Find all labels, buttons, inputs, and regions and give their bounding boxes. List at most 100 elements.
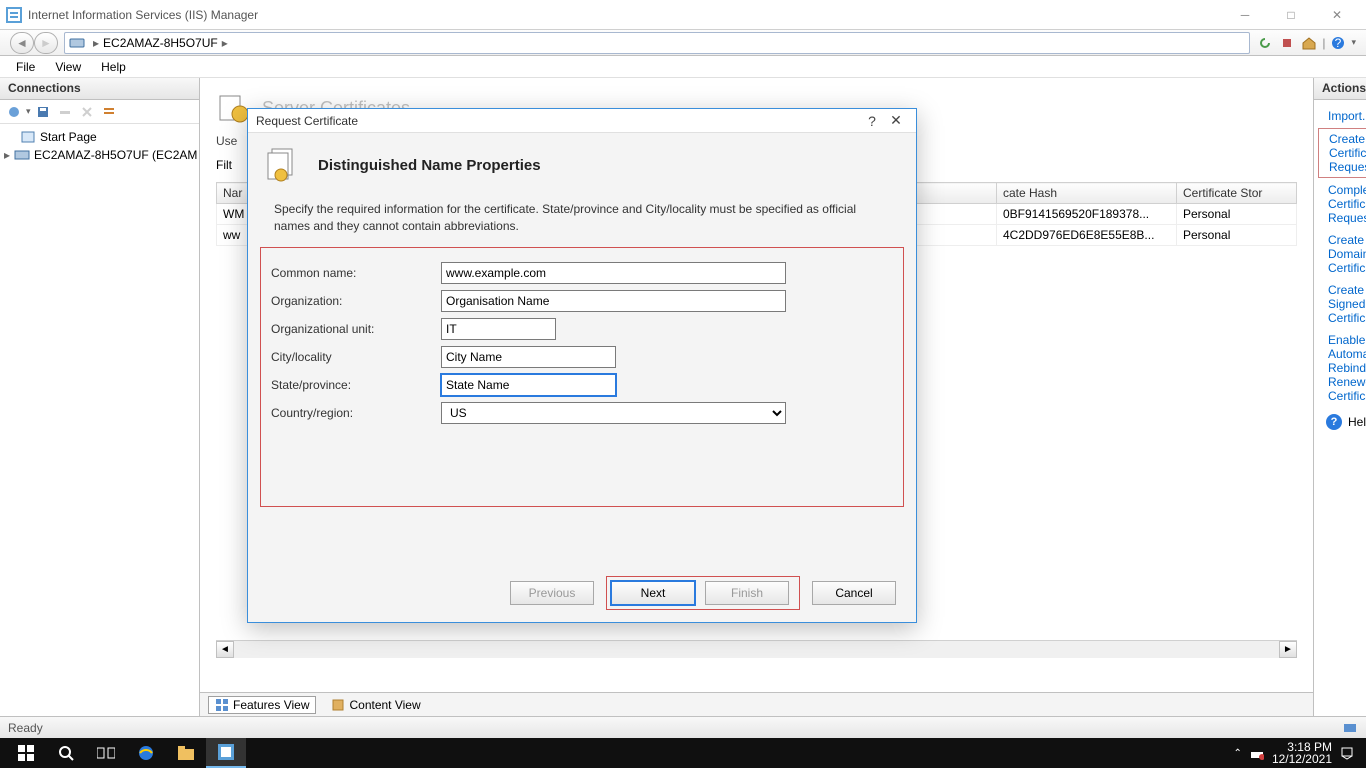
start-button[interactable]	[6, 738, 46, 768]
input-organization[interactable]	[441, 290, 786, 312]
connections-panel: Connections ▾ Start Page ▸ EC2AMAZ-8H5O7…	[0, 78, 200, 716]
certificate-wizard-icon	[266, 145, 306, 185]
label-organization: Organization:	[271, 294, 441, 308]
stop-icon[interactable]	[1278, 34, 1296, 52]
label-country: Country/region:	[271, 406, 441, 420]
refresh-icon[interactable]	[1256, 34, 1274, 52]
dialog-description: Specify the required information for the…	[248, 197, 916, 247]
breadcrumb-node[interactable]: EC2AMAZ-8H5O7UF	[103, 36, 218, 50]
action-import[interactable]: Import...	[1318, 106, 1366, 126]
menu-view[interactable]: View	[45, 58, 91, 76]
tray-notifications-icon[interactable]	[1340, 746, 1354, 760]
dialog-header: Distinguished Name Properties	[318, 157, 541, 174]
close-button[interactable]: ✕	[1314, 0, 1360, 30]
server-node-icon	[14, 147, 30, 163]
statusbar: Ready	[0, 716, 1366, 738]
select-country[interactable]: US	[441, 402, 786, 424]
expand-caret-icon[interactable]: ▸	[4, 148, 10, 162]
start-page-icon	[20, 129, 36, 145]
maximize-button[interactable]: □	[1268, 0, 1314, 30]
list-icon[interactable]	[99, 102, 119, 122]
next-button[interactable]: Next	[611, 581, 695, 605]
titlebar: Internet Information Services (IIS) Mana…	[0, 0, 1366, 30]
breadcrumb-sep-icon: ▸	[222, 36, 228, 50]
connections-tree: Start Page ▸ EC2AMAZ-8H5O7UF (EC2AM	[0, 124, 199, 168]
status-text: Ready	[8, 721, 43, 735]
taskbar: ⌃ 3:18 PM 12/12/2021	[0, 738, 1366, 768]
label-org-unit: Organizational unit:	[271, 322, 441, 336]
actions-panel: Actions Import... Create Certificate Req…	[1313, 78, 1366, 716]
connect-icon[interactable]	[4, 102, 24, 122]
dialog-titlebar: Request Certificate ? ✕	[248, 109, 916, 133]
help-dropdown-icon[interactable]: ?	[1329, 34, 1347, 52]
action-create-domain-cert[interactable]: Create Domain Certificate...	[1318, 230, 1366, 278]
filter-label: Filt	[216, 158, 232, 172]
search-button[interactable]	[46, 738, 86, 768]
label-common-name: Common name:	[271, 266, 441, 280]
tree-start-page[interactable]: Start Page	[2, 128, 197, 146]
home-icon[interactable]	[1300, 34, 1318, 52]
actions-header: Actions	[1314, 78, 1366, 100]
horizontal-scrollbar[interactable]: ◄ ►	[216, 640, 1297, 658]
taskbar-iis[interactable]	[206, 738, 246, 768]
input-common-name[interactable]	[441, 262, 786, 284]
col-hash[interactable]: cate Hash	[997, 183, 1177, 204]
finish-button[interactable]: Finish	[705, 581, 789, 605]
connect-caret-icon[interactable]: ▾	[26, 106, 31, 117]
input-city[interactable]	[441, 346, 616, 368]
action-auto-rebind[interactable]: Enable Automatic Rebind of Renewed Certi…	[1318, 330, 1366, 406]
previous-button[interactable]: Previous	[510, 581, 594, 605]
breadcrumb[interactable]: ▸ EC2AMAZ-8H5O7UF ▸	[64, 32, 1250, 54]
back-button[interactable]: ◄	[10, 32, 34, 54]
action-create-self-signed[interactable]: Create Self-Signed Certificate...	[1318, 280, 1366, 328]
minimize-button[interactable]: ─	[1222, 0, 1268, 30]
svg-text:?: ?	[1335, 36, 1342, 50]
cancel-button[interactable]: Cancel	[812, 581, 896, 605]
disconnect-icon[interactable]	[55, 102, 75, 122]
window-title: Internet Information Services (IIS) Mana…	[28, 8, 258, 22]
action-help[interactable]: ? Help	[1318, 408, 1366, 436]
status-config-icon[interactable]	[1342, 720, 1358, 736]
save-icon[interactable]	[33, 102, 53, 122]
label-state: State/province:	[271, 378, 441, 392]
navbar: ◄ ► ▸ EC2AMAZ-8H5O7UF ▸ | ? ▾	[0, 30, 1366, 56]
tab-features-view[interactable]: Features View	[208, 696, 316, 714]
col-store[interactable]: Certificate Stor	[1177, 183, 1297, 204]
tray-up-icon[interactable]: ⌃	[1234, 748, 1242, 759]
action-complete-cert-request[interactable]: Complete Certificate Request...	[1318, 180, 1366, 228]
forward-button[interactable]: ►	[34, 32, 58, 54]
tray-network-icon[interactable]	[1250, 746, 1264, 760]
connections-toolbar: ▾	[0, 100, 199, 124]
server-icon	[69, 35, 85, 51]
input-state[interactable]	[441, 374, 616, 396]
tab-content-view[interactable]: Content View	[324, 696, 427, 714]
action-create-cert-request[interactable]: Create Certificate Request...	[1318, 128, 1366, 178]
dialog-form: Common name: Organization: Organizationa…	[260, 247, 904, 507]
system-tray: ⌃ 3:18 PM 12/12/2021	[1234, 741, 1360, 765]
request-certificate-dialog: Request Certificate ? ✕ Distinguished Na…	[247, 108, 917, 623]
view-tabs: Features View Content View	[200, 692, 1313, 716]
dialog-title: Request Certificate	[256, 114, 358, 128]
tree-server-node[interactable]: ▸ EC2AMAZ-8H5O7UF (EC2AM	[2, 146, 197, 164]
task-view-button[interactable]	[86, 738, 126, 768]
input-org-unit[interactable]	[441, 318, 556, 340]
menubar: File View Help	[0, 56, 1366, 78]
menu-file[interactable]: File	[6, 58, 45, 76]
help-caret-icon[interactable]: ▾	[1351, 37, 1356, 48]
breadcrumb-sep-icon: ▸	[93, 36, 99, 50]
features-view-icon	[215, 698, 229, 712]
dialog-buttons: Previous Next Finish Cancel	[248, 574, 916, 622]
dialog-close-button[interactable]: ✕	[884, 112, 908, 129]
tray-clock[interactable]: 3:18 PM 12/12/2021	[1272, 741, 1332, 765]
scroll-right-icon[interactable]: ►	[1279, 641, 1297, 658]
remove-icon[interactable]	[77, 102, 97, 122]
label-city: City/locality	[271, 350, 441, 364]
connections-header: Connections	[0, 78, 199, 100]
scroll-left-icon[interactable]: ◄	[216, 641, 234, 658]
taskbar-explorer[interactable]	[166, 738, 206, 768]
taskbar-ie[interactable]	[126, 738, 166, 768]
next-button-highlight: Next Finish	[606, 576, 800, 610]
menu-help[interactable]: Help	[91, 58, 136, 76]
dialog-help-button[interactable]: ?	[860, 113, 884, 129]
help-icon: ?	[1326, 414, 1342, 430]
